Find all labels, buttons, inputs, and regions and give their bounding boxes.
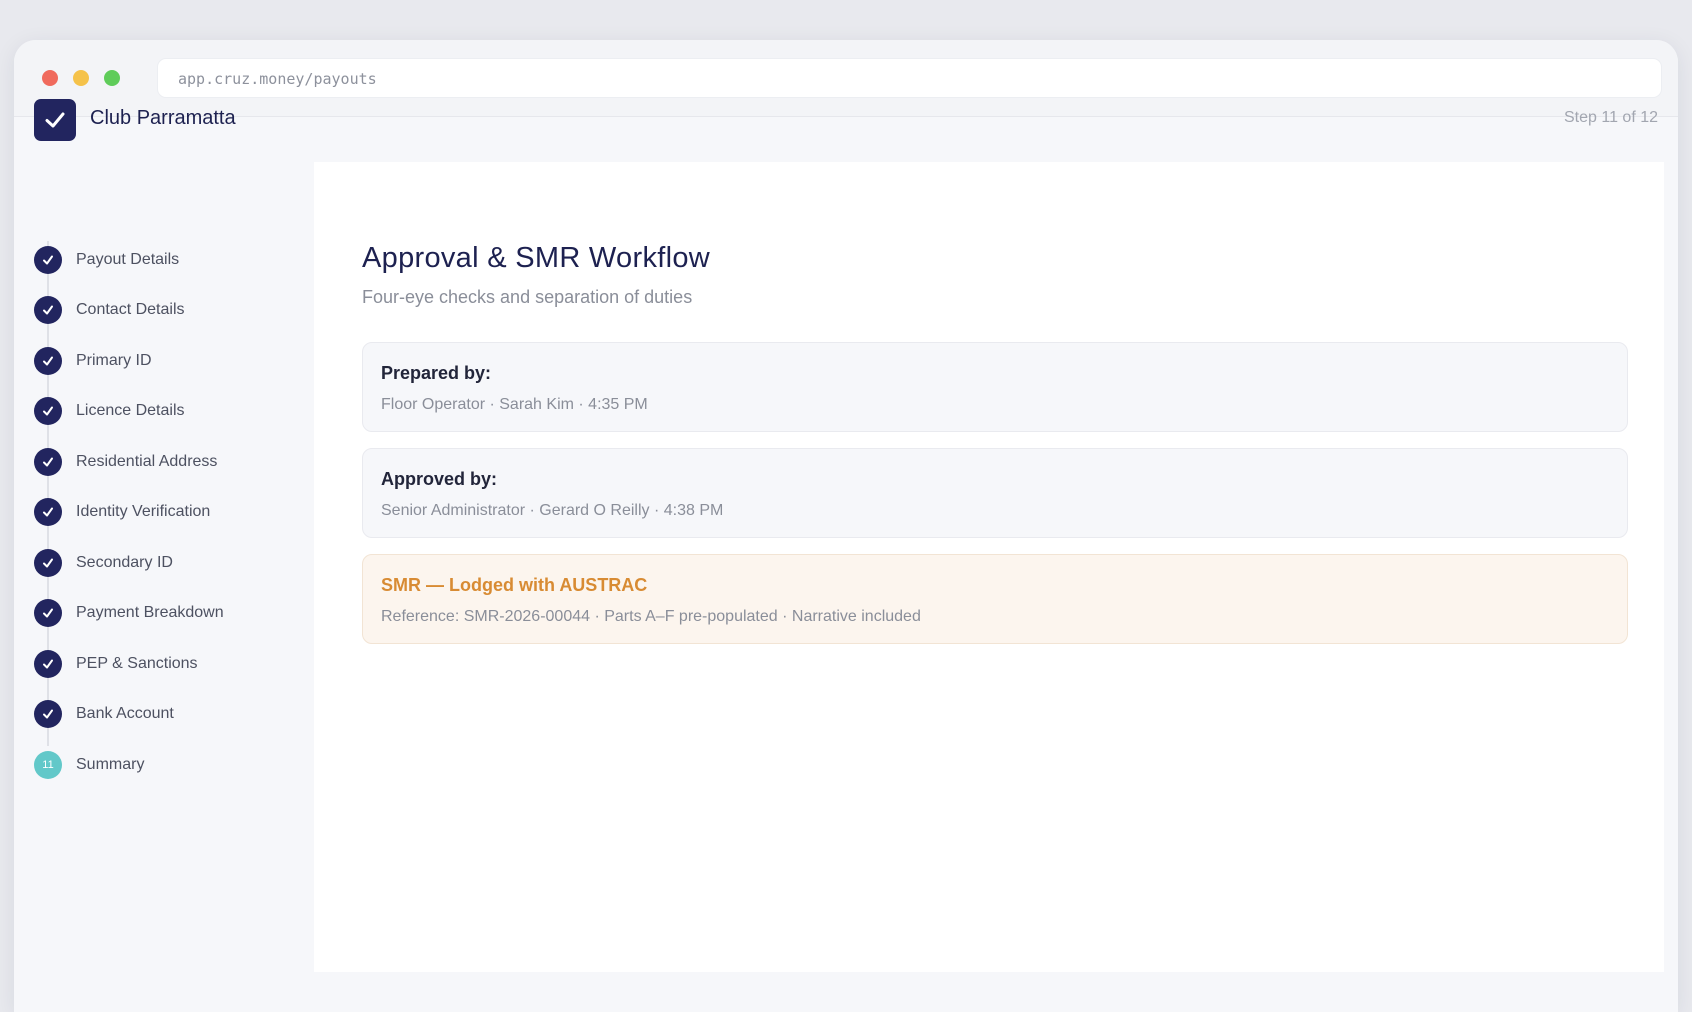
step-counter: Step 11 of 12 bbox=[1564, 109, 1658, 126]
address-bar[interactable]: app.cruz.money/payouts bbox=[157, 58, 1662, 98]
smr-status-card: SMR — Lodged with AUSTRAC Reference: SMR… bbox=[362, 554, 1628, 644]
checkmark-icon bbox=[34, 599, 62, 627]
step-bank-account[interactable]: Bank Account bbox=[34, 699, 174, 729]
step-contact-details[interactable]: Contact Details bbox=[34, 295, 185, 325]
step-label: Primary ID bbox=[76, 352, 152, 369]
step-licence-details[interactable]: Licence Details bbox=[34, 396, 185, 426]
step-label: Secondary ID bbox=[76, 554, 173, 571]
step-identity-verification[interactable]: Identity Verification bbox=[34, 497, 210, 527]
step-label: Residential Address bbox=[76, 453, 218, 470]
browser-titlebar: app.cruz.money/payouts bbox=[14, 40, 1678, 117]
page-subtitle: Four-eye checks and separation of duties bbox=[362, 287, 693, 307]
close-window-dot[interactable] bbox=[42, 70, 58, 86]
checkmark-icon bbox=[34, 397, 62, 425]
step-label: Contact Details bbox=[76, 301, 185, 318]
step-pep-sanctions[interactable]: PEP & Sanctions bbox=[34, 649, 198, 679]
step-label: Licence Details bbox=[76, 402, 185, 419]
club-name: Club Parramatta bbox=[90, 107, 236, 129]
step-label: Bank Account bbox=[76, 705, 174, 722]
checkmark-icon bbox=[34, 296, 62, 324]
step-label: Summary bbox=[76, 756, 145, 773]
page-title: Approval & SMR Workflow bbox=[362, 242, 711, 274]
step-label: PEP & Sanctions bbox=[76, 655, 198, 672]
approved-by-card: Approved by: Senior Administrator · Gera… bbox=[362, 448, 1628, 538]
step-label: Payout Details bbox=[76, 251, 180, 268]
club-logo-check-icon bbox=[34, 99, 76, 141]
prepared-by-label: Prepared by: bbox=[381, 363, 492, 383]
checkmark-icon bbox=[34, 650, 62, 678]
smr-reference-detail: Reference: SMR-2026-00044 · Parts A–F pr… bbox=[381, 608, 921, 625]
step-secondary-id[interactable]: Secondary ID bbox=[34, 548, 173, 578]
current-step-number: 11 bbox=[34, 751, 62, 779]
approved-by-detail: Senior Administrator · Gerard O Reilly ·… bbox=[381, 502, 724, 519]
prepared-by-detail: Floor Operator · Sarah Kim · 4:35 PM bbox=[381, 396, 648, 413]
minimize-window-dot[interactable] bbox=[73, 70, 89, 86]
step-summary[interactable]: 11 Summary bbox=[34, 750, 144, 780]
step-label: Payment Breakdown bbox=[76, 604, 224, 621]
checkmark-icon bbox=[34, 448, 62, 476]
step-primary-id[interactable]: Primary ID bbox=[34, 346, 152, 376]
checkmark-icon bbox=[34, 347, 62, 375]
step-residential-address[interactable]: Residential Address bbox=[34, 447, 217, 477]
approved-by-label: Approved by: bbox=[381, 469, 498, 489]
url-text: app.cruz.money/payouts bbox=[178, 70, 377, 88]
checkmark-icon bbox=[34, 246, 62, 274]
prepared-by-card: Prepared by: Floor Operator · Sarah Kim … bbox=[362, 342, 1628, 432]
checkmark-icon bbox=[34, 498, 62, 526]
maximize-window-dot[interactable] bbox=[104, 70, 120, 86]
checkmark-icon bbox=[34, 700, 62, 728]
smr-status-title: SMR — Lodged with AUSTRAC bbox=[381, 575, 648, 595]
step-payment-breakdown[interactable]: Payment Breakdown bbox=[34, 598, 224, 628]
step-label: Identity Verification bbox=[76, 503, 211, 520]
checkmark-icon bbox=[34, 549, 62, 577]
step-payout-details[interactable]: Payout Details bbox=[34, 245, 179, 275]
